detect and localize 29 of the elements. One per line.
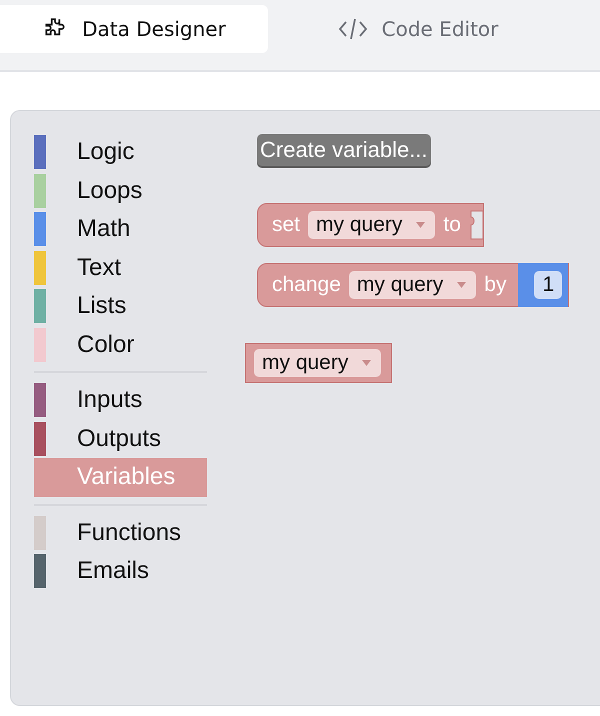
create-variable-button[interactable]: Create variable... bbox=[257, 134, 431, 166]
tab[interactable]: Data Designer bbox=[0, 5, 268, 53]
category-item[interactable]: Color bbox=[34, 326, 207, 364]
category-item[interactable]: Emails bbox=[34, 552, 207, 590]
category-item[interactable]: Logic bbox=[34, 133, 207, 172]
category-item[interactable]: Functions bbox=[34, 514, 207, 552]
variable-getter-block[interactable]: my query bbox=[245, 343, 392, 383]
number-field[interactable]: 1 bbox=[534, 271, 562, 299]
input-socket-icon bbox=[468, 210, 483, 240]
block-label: by bbox=[484, 273, 506, 297]
caret-icon bbox=[457, 282, 466, 288]
category-item[interactable]: Lists bbox=[34, 287, 207, 326]
block-label: change bbox=[272, 273, 341, 297]
tab[interactable]: Code Editor bbox=[268, 5, 568, 53]
variable-dropdown[interactable]: my query bbox=[308, 211, 436, 239]
variable-dropdown[interactable]: my query bbox=[254, 349, 382, 377]
caret-icon bbox=[416, 222, 426, 228]
category-item[interactable]: Loops bbox=[34, 172, 207, 210]
category-item[interactable]: Text bbox=[34, 248, 207, 287]
block-label: to bbox=[443, 213, 461, 237]
code-icon bbox=[338, 17, 368, 41]
category-item[interactable]: Math bbox=[34, 210, 207, 248]
variable-dropdown[interactable]: my query bbox=[348, 271, 476, 299]
category-item[interactable]: Outputs bbox=[34, 420, 207, 458]
variable-block[interactable]: change my query by 1 bbox=[257, 263, 570, 307]
block-label: set bbox=[272, 213, 300, 237]
category-item[interactable]: Inputs bbox=[34, 381, 207, 420]
variable-block[interactable]: set my query to bbox=[257, 203, 484, 247]
caret-icon bbox=[362, 360, 372, 366]
